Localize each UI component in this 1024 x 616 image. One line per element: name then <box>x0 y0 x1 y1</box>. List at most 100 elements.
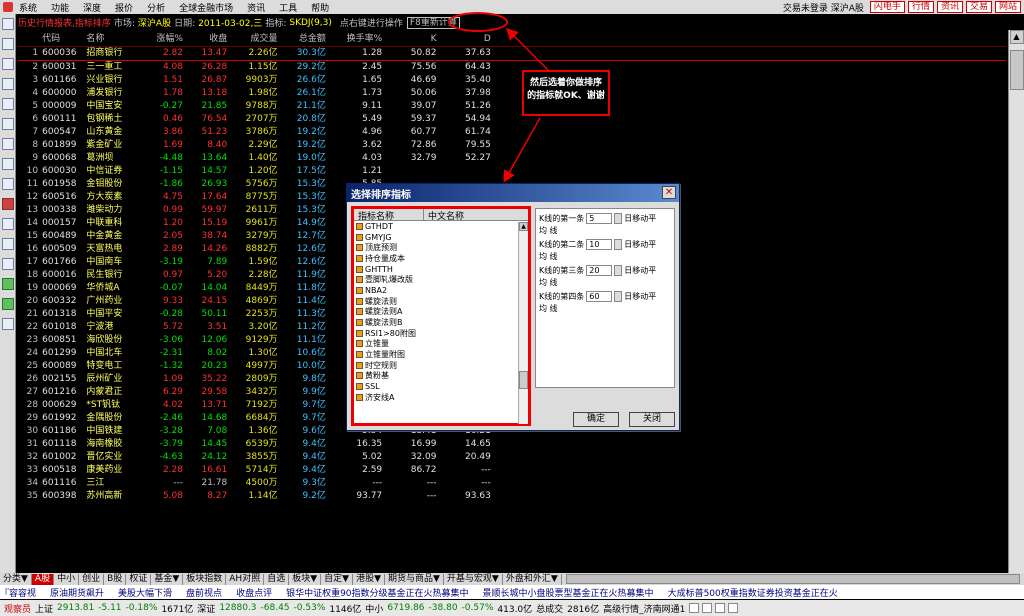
menu-item-function[interactable]: 功能 <box>51 1 69 14</box>
indicator-value[interactable]: SKDJ(9,3) <box>289 18 332 28</box>
list-scroll-thumb[interactable] <box>519 371 528 389</box>
table-row[interactable]: 9 600068 葛洲坝 -4.48 13.64 1.40亿 19.0亿 4.03 32.79 5… <box>18 152 1006 165</box>
ticker-item[interactable]: 原油期货飙升 <box>50 586 104 599</box>
flash-button[interactable]: 闪电手 <box>869 1 905 13</box>
indicator-item[interactable]: GHTTH <box>354 264 518 275</box>
book-icon[interactable] <box>1 218 14 230</box>
quote-icon[interactable] <box>1 18 14 30</box>
indicator-item[interactable]: 壹脚轧爆改版 <box>354 274 518 285</box>
grid-icon[interactable] <box>1 238 14 250</box>
report-icon[interactable] <box>1 98 14 110</box>
tab-custom[interactable]: 自定▼ <box>321 573 354 585</box>
f10-icon[interactable] <box>1 78 14 90</box>
table-row[interactable]: 34 601116 三江 --- 21.78 4500万 9.3亿 --- --- --- <box>18 477 1006 490</box>
tab-warrant[interactable]: 权证 <box>126 573 152 585</box>
tab-a-share[interactable]: A股 <box>31 573 55 585</box>
tab-hk[interactable]: 港股▼ <box>353 573 385 585</box>
ma-row-1-spinner[interactable] <box>614 213 623 224</box>
table-row[interactable]: 33 600518 康美药业 2.28 16.61 5714万 9.4亿 2.59 86.72 -… <box>18 464 1006 477</box>
menu-item-depth[interactable]: 深度 <box>83 1 101 14</box>
tab-b-share[interactable]: B股 <box>104 573 127 585</box>
col-header-change[interactable]: 涨幅% <box>140 33 185 47</box>
tab-foreign[interactable]: 外盘和外汇▼ <box>503 573 562 585</box>
alert-bell-icon[interactable] <box>715 603 726 613</box>
col-header-turnover[interactable]: 换手率% <box>327 33 385 47</box>
tab-category[interactable]: 分类▼ <box>0 573 32 585</box>
info-icon[interactable] <box>1 118 14 130</box>
table-row[interactable]: 6 600111 包钢稀土 0.46 76.54 2707万 20.8亿 5.49 59.37 5… <box>18 113 1006 126</box>
market-value[interactable]: 深沪A股 <box>138 16 171 29</box>
menu-item-info[interactable]: 资讯 <box>247 1 265 14</box>
message-icon[interactable] <box>728 603 739 613</box>
news-icon[interactable] <box>1 158 14 170</box>
indicator-item[interactable]: GMYJG <box>354 232 518 243</box>
tab-gem[interactable]: 创业 <box>79 573 105 585</box>
menu-item-tools[interactable]: 工具 <box>279 1 297 14</box>
table-row[interactable]: 31 601118 海南橡胶 -3.79 14.45 6539万 9.4亿 16.35 16.9… <box>18 438 1006 451</box>
table-row[interactable]: 7 600547 山东黄金 3.86 51.23 3786万 19.2亿 4.96 60.77 6… <box>18 126 1006 139</box>
ma-row-2-input[interactable]: 10 <box>586 239 613 250</box>
ticker-item[interactable]: 景顺长城中小盘股票型基金正在火热募集中 <box>483 586 654 599</box>
ticker-item[interactable]: 美股大幅下滑 <box>118 586 172 599</box>
tab-sector[interactable]: 板块▼ <box>289 573 322 585</box>
tab-fund[interactable]: 基金▼ <box>151 573 184 585</box>
indicator-col-cname[interactable]: 中文名称 <box>424 209 464 222</box>
col-header-code[interactable]: 代码 <box>40 33 85 47</box>
menu-item-help[interactable]: 帮助 <box>311 1 329 14</box>
indicator-item[interactable]: 济安线A <box>354 392 518 403</box>
menu-item-system[interactable]: 系统 <box>19 1 37 14</box>
ma-row-4-spinner[interactable] <box>614 291 623 302</box>
zx-value[interactable]: 6719.86 <box>387 603 424 613</box>
settings-icon[interactable] <box>1 318 14 330</box>
indicator-item[interactable]: 螺旋法则B <box>354 317 518 328</box>
tab-watchlist[interactable]: 自选 <box>264 573 290 585</box>
tab-sector-index[interactable]: 板块指数 <box>183 573 227 585</box>
list-scroll-up-icon[interactable]: ▲ <box>519 222 528 231</box>
ticker-item[interactable]: 银华中证权重90指数分级基金正在火热募集中 <box>286 586 468 599</box>
ok-button[interactable]: 确定 <box>573 412 619 427</box>
ma-row-3-spinner[interactable] <box>614 265 623 276</box>
website-button[interactable]: 网站 <box>994 1 1021 13</box>
trade-button[interactable]: 交易 <box>965 1 992 13</box>
table-row[interactable]: 10 600030 中信证券 -1.15 14.57 1.20亿 17.5亿 1.21 <box>18 165 1006 178</box>
indicator-item[interactable]: 黄粉基 <box>354 371 518 382</box>
tab-ah-compare[interactable]: AH对照 <box>226 573 265 585</box>
forward-arrow-icon[interactable] <box>1 298 14 310</box>
ma-row-3-input[interactable]: 20 <box>586 265 613 276</box>
formula-icon[interactable] <box>1 138 14 150</box>
ticker-item[interactable]: 收盘点评 <box>236 586 272 599</box>
horizontal-scrollbar[interactable] <box>565 574 1020 584</box>
col-header-close[interactable]: 收盘 <box>184 33 230 47</box>
scroll-up-icon[interactable]: ▲ <box>1009 30 1024 44</box>
table-row[interactable]: 8 601899 紫金矿业 1.69 8.40 2.29亿 19.2亿 3.62 72.86 79… <box>18 139 1006 152</box>
table-row[interactable]: 32 601002 晋亿实业 -4.63 24.12 3855万 9.4亿 5.02 32.09… <box>18 451 1006 464</box>
table-row[interactable]: 3 601166 兴业银行 1.51 26.87 9903万 26.6亿 1.65 46.69 3… <box>18 74 1006 87</box>
col-header-k[interactable]: K <box>384 33 439 47</box>
menu-item-analysis[interactable]: 分析 <box>147 1 165 14</box>
vertical-scrollbar[interactable]: ▲ <box>1008 30 1024 573</box>
ma-row-1-input[interactable]: 5 <box>586 213 613 224</box>
tab-sme[interactable]: 中小 <box>54 573 80 585</box>
indicator-item[interactable]: 持仓量成本 <box>354 253 518 264</box>
ticker-item[interactable]: 『容容视 <box>0 586 36 599</box>
col-header-name[interactable]: 名称 <box>84 33 141 47</box>
tab-open-fund[interactable]: 开基与宏观▼ <box>444 573 503 585</box>
ticker-item[interactable]: 大成标普500权重指数证券投资基金正在火 <box>668 586 838 599</box>
server-name[interactable]: 高级行情_济南网通1 <box>603 602 685 615</box>
indicator-item[interactable]: NBA2 <box>354 285 518 296</box>
calc-icon[interactable] <box>1 178 14 190</box>
news-button[interactable]: 资讯 <box>936 1 963 13</box>
table-row[interactable]: 1 600036 招商银行 2.82 13.47 2.26亿 30.3亿 1.28 50.82 3… <box>18 46 1006 61</box>
table-row[interactable]: 2 600031 三一重工 4.08 26.28 1.15亿 29.2亿 2.45 75.56 6… <box>18 61 1006 75</box>
col-header-amount[interactable]: 总金额 <box>279 33 328 47</box>
indicator-item[interactable]: 螺旋法则 <box>354 296 518 307</box>
scroll-thumb[interactable] <box>1009 50 1024 90</box>
indicator-item[interactable]: RSI1>80附图 <box>354 328 518 339</box>
indicator-item[interactable]: 顶底预测 <box>354 242 518 253</box>
table-row[interactable]: 4 600000 浦发银行 1.78 13.18 1.98亿 26.1亿 1.73 50.06 3… <box>18 87 1006 100</box>
ticker-item[interactable]: 盘前视点 <box>186 586 222 599</box>
col-header-volume[interactable]: 成交量 <box>229 33 280 47</box>
indicator-item[interactable]: 螺旋法则A <box>354 307 518 318</box>
indicator-item[interactable]: 时空规则 <box>354 360 518 371</box>
col-header-d[interactable]: D <box>438 33 493 47</box>
